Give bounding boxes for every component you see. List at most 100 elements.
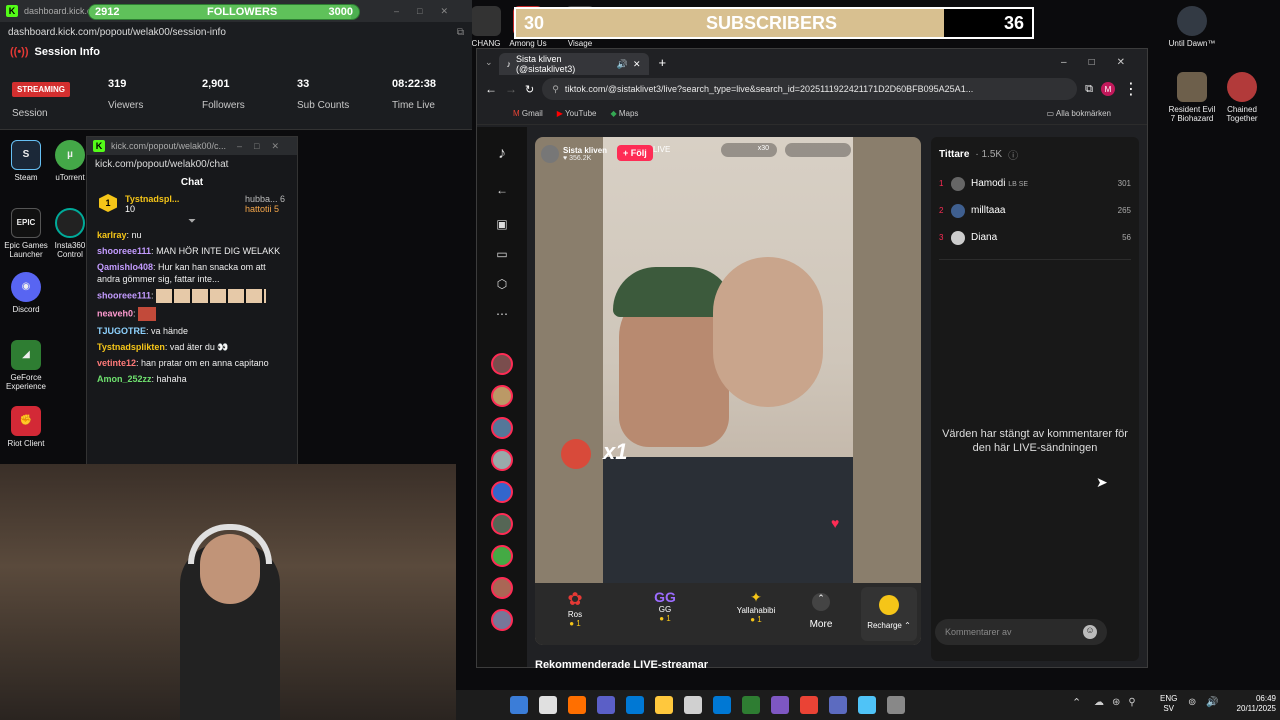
taskbar: ⌃ ☁⊛⚲ ENG SV ⊚ 🔊 06:49 20/11/2025 <box>456 690 1280 720</box>
live-avatar[interactable] <box>491 481 513 503</box>
all-bookmarks[interactable]: ▭ Alla bokmärken <box>1047 109 1111 118</box>
gift-gg[interactable]: GG GG ● 1 <box>635 589 695 623</box>
menu-icon[interactable]: ⋮ <box>1123 79 1139 99</box>
taskbar-app-icon[interactable] <box>626 696 644 714</box>
volume-icon[interactable]: 🔊 <box>1206 697 1218 708</box>
subscribers-goal-bar: 30 SUBSCRIBERS 36 <box>514 7 1034 39</box>
tray-icons[interactable]: ☁⊛⚲ <box>1094 697 1144 708</box>
chat-url-bar[interactable]: kick.com/popout/welak00/chat <box>87 155 297 173</box>
follow-button[interactable]: + Följ <box>617 145 653 161</box>
live-tv-icon[interactable]: ▣ <box>491 213 513 235</box>
desktop-icon-discord[interactable]: ◉ Discord <box>0 272 52 314</box>
audio-icon[interactable]: 🔊 <box>617 59 628 70</box>
video-frame[interactable] <box>603 137 853 583</box>
window-controls[interactable]: –□✕ <box>237 141 291 152</box>
session-url-bar[interactable]: dashboard.kick.com/popout/welak00/sessio… <box>0 22 472 42</box>
language-indicator[interactable]: ENG SV <box>1160 694 1177 714</box>
recharge-button[interactable]: Recharge ⌃ <box>861 587 917 641</box>
live-avatar[interactable] <box>491 609 513 631</box>
live-avatar[interactable] <box>491 385 513 407</box>
desktop-icon-geforce[interactable]: ◢ GeForce Experience <box>0 340 52 391</box>
tiktok-logo-icon[interactable]: ♪ <box>491 143 513 165</box>
back-button[interactable]: ← <box>485 82 497 96</box>
tray-chevron-icon[interactable]: ⌃ <box>1072 696 1081 709</box>
viewer-avatar <box>951 203 965 218</box>
clock[interactable]: 06:49 20/11/2025 <box>1224 694 1276 714</box>
kick-logo-icon: K <box>93 140 105 152</box>
taskbar-app-icon[interactable] <box>742 696 760 714</box>
desktop-icon-riot[interactable]: ✊ Riot Client <box>0 406 52 448</box>
tab-strip: ⌄ ♪ Sista kliven (@sistaklivet3) 🔊 ✕ + –… <box>477 49 1147 75</box>
bookmark-gmail[interactable]: M Gmail <box>513 109 543 118</box>
host-avatar[interactable] <box>541 145 559 163</box>
chat-message-list: karlray: nu shooreee111: MAN HÖR INTE DI… <box>87 227 297 387</box>
live-avatar[interactable] <box>491 449 513 471</box>
pinned-icon[interactable]: ⏷ <box>87 216 297 227</box>
taskbar-app-icon[interactable] <box>655 696 673 714</box>
extensions-icon[interactable]: ⧉ <box>1085 83 1093 96</box>
back-arrow-icon[interactable]: ← <box>491 179 513 201</box>
chat-message: karlray: nu <box>97 230 142 240</box>
tab-search-icon[interactable]: ⌄ <box>485 57 493 68</box>
taskbar-app-icon[interactable] <box>858 696 876 714</box>
followers-label: FOLLOWERS <box>207 6 278 18</box>
explore-icon[interactable]: ⬡ <box>491 273 513 295</box>
live-avatar[interactable] <box>491 577 513 599</box>
chained-together-icon <box>1227 72 1257 102</box>
taskbar-app-icon[interactable] <box>684 696 702 714</box>
more-icon[interactable]: ⋯ <box>491 303 513 325</box>
tab-tiktok[interactable]: ♪ Sista kliven (@sistaklivet3) 🔊 ✕ <box>498 53 649 75</box>
kick-logo-icon: K <box>6 5 18 17</box>
bookmark-youtube[interactable]: ▶ YouTube <box>557 109 597 118</box>
game-icon <box>471 6 501 36</box>
site-info-icon[interactable]: ⚲ <box>552 84 559 95</box>
rose-gift-icon <box>561 439 591 469</box>
taskbar-app-icon[interactable] <box>568 696 586 714</box>
taskbar-app-icon[interactable] <box>713 696 731 714</box>
network-icon[interactable]: ⊚ <box>1188 697 1196 708</box>
emoji-icon[interactable]: ☺ <box>1083 625 1097 639</box>
taskbar-app-icon[interactable] <box>800 696 818 714</box>
new-tab-button[interactable]: + <box>659 55 667 70</box>
live-avatar[interactable] <box>491 545 513 567</box>
desktop-icon-resident-evil[interactable]: Resident Evil 7 Biohazard <box>1166 72 1218 123</box>
desktop-icon-until-dawn[interactable]: Until Dawn™ <box>1166 6 1218 48</box>
more-gifts-button[interactable]: ⌃ More <box>791 593 851 630</box>
close-tab-icon[interactable]: ✕ <box>633 59 641 70</box>
url-input[interactable]: ⚲ tiktok.com/@sistaklivet3/live?search_ty… <box>542 78 1078 100</box>
viewer-row[interactable]: 3 Diana 56 <box>931 224 1139 251</box>
viewer-row[interactable]: 2 milltaaa 265 <box>931 197 1139 224</box>
forward-button[interactable]: → <box>505 82 517 96</box>
taskbar-app-icon[interactable] <box>539 696 557 714</box>
window-controls[interactable]: –□✕ <box>394 6 466 17</box>
taskbar-app-icon[interactable] <box>597 696 615 714</box>
bookmark-maps[interactable]: ◆ Maps <box>610 109 638 118</box>
event-banner[interactable] <box>785 143 851 157</box>
profile-avatar[interactable]: M <box>1101 82 1115 96</box>
gift-ros[interactable]: ✿ Ros ● 1 <box>545 589 605 628</box>
address-row: ← → ↻ ⚲ tiktok.com/@sistaklivet3/live?sea… <box>477 75 1147 103</box>
comment-input[interactable]: Kommentarer av ☺ <box>935 619 1107 645</box>
streaming-badge: STREAMING <box>12 82 70 97</box>
riot-icon: ✊ <box>11 406 41 436</box>
info-icon[interactable]: ⓘ <box>1008 147 1018 162</box>
tiktok-sidebar: ♪ ← ▣ ▭ ⬡ ⋯ <box>477 127 527 667</box>
taskbar-app-icon[interactable] <box>887 696 905 714</box>
desktop-icon-chained[interactable]: Chained Together <box>1216 72 1268 123</box>
reload-button[interactable]: ↻ <box>525 83 534 96</box>
translate-icon[interactable]: ⧉ <box>457 27 464 38</box>
window-controls[interactable]: –□✕ <box>1061 57 1147 68</box>
gift-yallahabibi[interactable]: ✦ Yallahabibi ● 1 <box>725 589 787 624</box>
live-avatar[interactable] <box>491 417 513 439</box>
taskbar-app-icon[interactable] <box>510 696 528 714</box>
followers-goal: 3000 <box>328 6 353 18</box>
gift-multiplier: x30 <box>721 143 777 157</box>
taskbar-app-icon[interactable] <box>829 696 847 714</box>
viewer-row[interactable]: 1 Hamodi LB SE 301 <box>931 170 1139 197</box>
live-avatar[interactable] <box>491 353 513 375</box>
video-camera-icon[interactable]: ▭ <box>491 243 513 265</box>
headset-icon <box>188 524 272 564</box>
taskbar-app-icon[interactable] <box>771 696 789 714</box>
stat-sub-counts: 33 Sub Counts <box>297 78 350 111</box>
live-avatar[interactable] <box>491 513 513 535</box>
